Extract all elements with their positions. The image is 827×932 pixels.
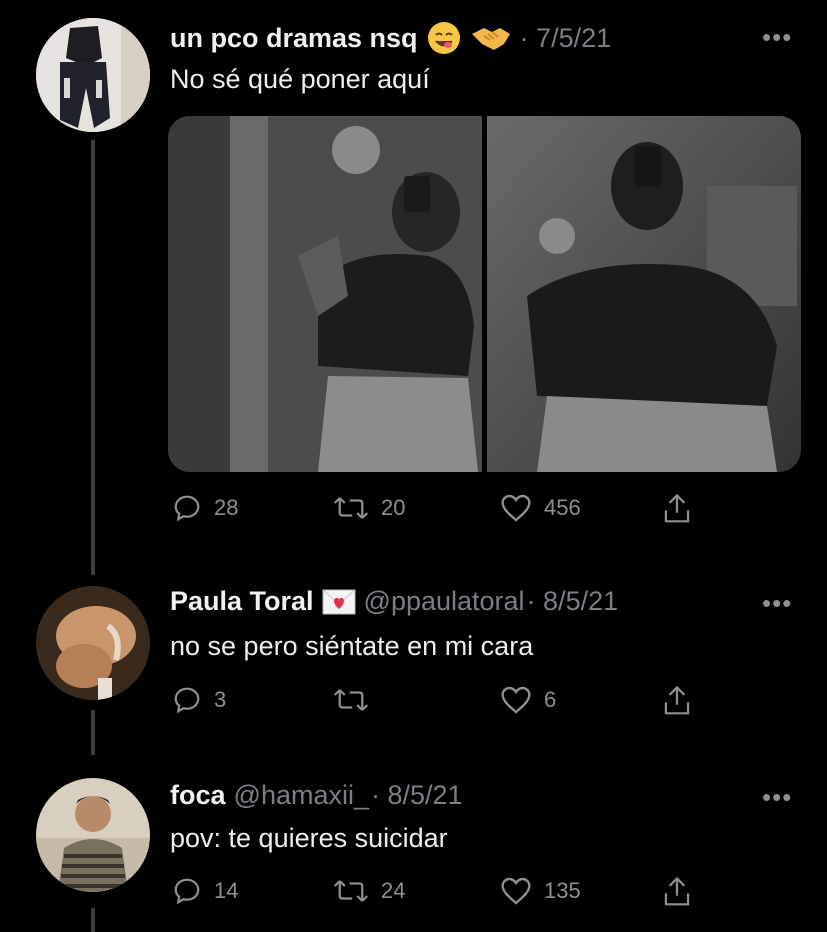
reply-icon: [174, 687, 200, 714]
tweet-actions: 28 20 456: [170, 493, 710, 533]
share-button[interactable]: [662, 685, 692, 717]
tweet-media[interactable]: [168, 116, 801, 472]
love-letter-emoji: [322, 588, 356, 616]
reply-button[interactable]: 14: [172, 876, 238, 906]
handshake-emoji: [470, 22, 512, 54]
like-count: 135: [544, 878, 581, 903]
tweet-1[interactable]: un pco dramas nsq · 7/5/21 ••• No sé qué…: [0, 0, 827, 575]
reply-icon: [174, 878, 200, 905]
tweet-header: un pco dramas nsq · 7/5/21: [170, 20, 611, 56]
retweet-icon: [333, 497, 369, 519]
tweet-text: No sé qué poner aquí: [170, 64, 430, 94]
tweet-header: Paula Toral @ppaulatoral · 8/5/21: [170, 586, 618, 617]
retweet-button[interactable]: [333, 685, 381, 715]
retweet-count: 20: [381, 495, 406, 520]
share-button[interactable]: [662, 493, 692, 525]
retweet-button[interactable]: 24: [333, 876, 405, 906]
photo-left[interactable]: [168, 116, 482, 472]
yum-face-emoji: [426, 20, 462, 56]
like-count: 6: [544, 687, 557, 712]
reply-count: 28: [214, 495, 239, 520]
avatar[interactable]: [36, 778, 150, 892]
tweet-date[interactable]: · 8/5/21: [371, 780, 463, 811]
reply-button[interactable]: 28: [172, 493, 238, 523]
like-button[interactable]: 456: [500, 493, 581, 523]
thread-line: [91, 710, 95, 755]
heart-icon: [501, 686, 531, 714]
tweet-2[interactable]: Paula Toral @ppaulatoral · 8/5/21 ••• no…: [0, 560, 827, 760]
display-name[interactable]: un pco dramas nsq: [170, 23, 418, 54]
tweet-actions: 3 6: [170, 685, 710, 725]
handle[interactable]: @ppaulatoral: [364, 586, 525, 617]
reply-button[interactable]: 3: [172, 685, 226, 715]
tweet-text: no se pero siéntate en mi cara: [170, 631, 534, 661]
reply-icon: [174, 495, 200, 522]
heart-icon: [501, 877, 531, 905]
photo-right[interactable]: [487, 116, 801, 472]
retweet-button[interactable]: 20: [333, 493, 405, 523]
thread-line: [91, 140, 95, 575]
retweet-count: 24: [381, 878, 406, 903]
retweet-icon: [333, 880, 369, 902]
display-name[interactable]: Paula Toral: [170, 586, 314, 617]
like-button[interactable]: 135: [500, 876, 581, 906]
thread-line: [91, 908, 95, 932]
share-icon: [664, 876, 690, 906]
tweet-date[interactable]: · 8/5/21: [527, 586, 619, 617]
tweet-3[interactable]: foca @hamaxii_ · 8/5/21 ••• pov: te quie…: [0, 760, 827, 932]
share-icon: [664, 685, 690, 715]
heart-icon: [501, 494, 531, 522]
reply-count: 3: [214, 687, 227, 712]
tweet-actions: 14 24 135: [170, 876, 710, 916]
like-count: 456: [544, 495, 581, 520]
tweet-text: pov: te quieres suicidar: [170, 823, 448, 853]
reply-count: 14: [214, 878, 239, 903]
share-icon: [664, 493, 690, 523]
share-button[interactable]: [662, 876, 692, 908]
tweet-header: foca @hamaxii_ · 8/5/21: [170, 780, 463, 811]
tweet-date[interactable]: · 7/5/21: [520, 23, 612, 54]
handle[interactable]: @hamaxii_: [234, 780, 369, 811]
avatar[interactable]: [36, 586, 150, 700]
more-options-icon[interactable]: •••: [762, 588, 792, 619]
display-name[interactable]: foca: [170, 780, 226, 811]
avatar[interactable]: [36, 18, 150, 132]
like-button[interactable]: 6: [500, 685, 556, 715]
more-options-icon[interactable]: •••: [762, 22, 792, 53]
more-options-icon[interactable]: •••: [762, 782, 792, 813]
retweet-icon: [333, 689, 369, 711]
